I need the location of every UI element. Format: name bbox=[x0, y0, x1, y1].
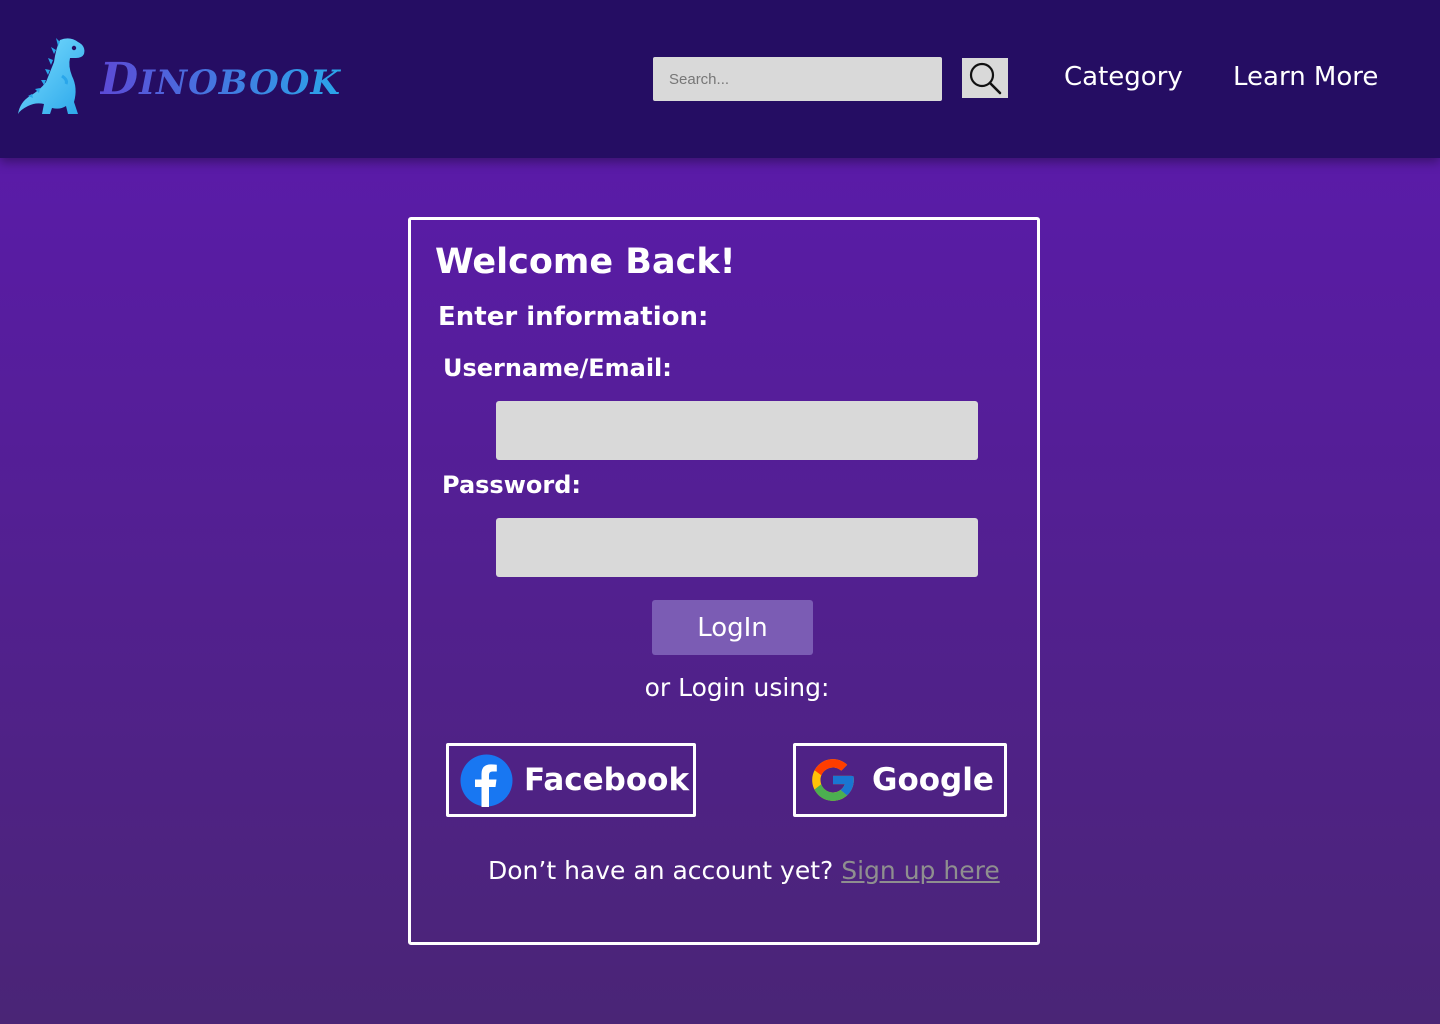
signup-link[interactable]: Sign up here bbox=[841, 856, 999, 885]
google-icon bbox=[812, 759, 854, 801]
login-card: Welcome Back! Enter information: Usernam… bbox=[408, 217, 1040, 945]
login-subtitle: Enter information: bbox=[438, 302, 709, 332]
facebook-login-button[interactable]: Facebook bbox=[446, 743, 696, 817]
search-icon bbox=[969, 62, 1002, 95]
username-label: Username/Email: bbox=[443, 354, 672, 382]
or-login-using-text: or Login using: bbox=[644, 673, 830, 702]
password-label: Password: bbox=[442, 471, 581, 499]
password-field[interactable] bbox=[496, 518, 978, 577]
signup-prompt: Don’t have an account yet? Sign up here bbox=[488, 856, 1000, 885]
search-button[interactable] bbox=[962, 58, 1008, 98]
google-label: Google bbox=[872, 762, 994, 798]
nav-learn-more-link[interactable]: Learn More bbox=[1233, 62, 1378, 92]
google-login-button[interactable]: Google bbox=[793, 743, 1007, 817]
search-input[interactable] bbox=[653, 57, 942, 101]
dinosaur-icon bbox=[18, 38, 85, 114]
signup-prompt-text: Don’t have an account yet? bbox=[488, 856, 834, 885]
login-title: Welcome Back! bbox=[435, 242, 736, 282]
top-header: DINOBOOK Category Learn More bbox=[0, 0, 1440, 158]
facebook-icon bbox=[460, 754, 513, 807]
logo-wordmark: DINOBOOK bbox=[100, 54, 341, 105]
dinobook-logo[interactable]: DINOBOOK bbox=[16, 36, 316, 120]
username-email-field[interactable] bbox=[496, 401, 978, 460]
login-button[interactable]: LogIn bbox=[652, 600, 813, 655]
nav-category-link[interactable]: Category bbox=[1064, 62, 1183, 92]
facebook-label: Facebook bbox=[524, 762, 690, 798]
